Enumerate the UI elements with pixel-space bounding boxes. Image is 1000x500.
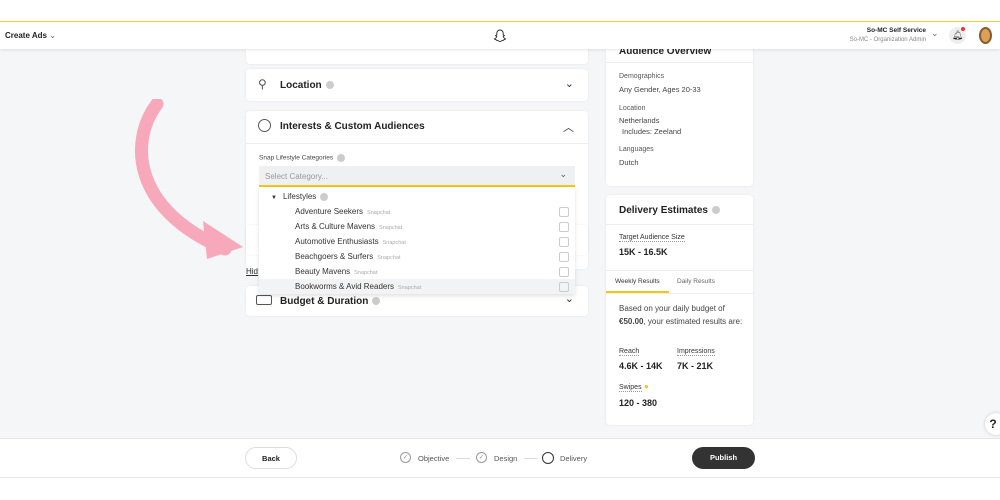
list-item[interactable]: Beauty Mavens Snapchat [259, 264, 575, 279]
category-dropdown: ▼ Lifestyles Adventure Seekers Snapchat Ar… [259, 187, 575, 294]
check-circle-icon: ✓ [400, 452, 411, 463]
location-label: Location [619, 105, 646, 112]
budget-title: Budget & Duration [280, 296, 381, 307]
location-section[interactable]: ⚲ Location ⌄ [246, 69, 588, 101]
languages-value: Dutch [619, 158, 639, 167]
list-item[interactable]: Beachgoers & Surfers Snapchat [259, 249, 575, 264]
tab-weekly-results[interactable]: Weekly Results [615, 278, 660, 285]
hide-link[interactable]: Hid [246, 267, 258, 276]
annotation-arrow [135, 99, 243, 259]
delivery-title: Delivery Estimates [619, 205, 720, 216]
list-item[interactable]: Automotive Enthusiasts Snapchat [259, 234, 575, 249]
location-pin-icon: ⚲ [258, 77, 267, 91]
reach-label: Reach [619, 348, 640, 356]
swipes-value: 120 - 380 [619, 398, 658, 408]
target-audience-value: 15K - 16.5K [619, 247, 668, 257]
list-item[interactable]: Arts & Culture Mavens Snapchat [259, 219, 575, 234]
swipes-label: Swipes [619, 384, 642, 392]
help-icon[interactable]: ? [985, 413, 1000, 435]
target-audience-label: Target Audience Size [619, 234, 685, 242]
category-select[interactable]: Select Category... ⌄ [259, 166, 575, 187]
location-includes: Includes: Zeeland [622, 127, 682, 136]
info-icon[interactable] [711, 206, 720, 215]
interests-title[interactable]: Interests & Custom Audiences [280, 121, 425, 132]
chevron-down-icon: ⌄ [49, 31, 56, 40]
info-icon[interactable] [325, 81, 334, 90]
top-header: Create Ads ⌄ So-MC Self Service So-MC - … [0, 22, 1000, 49]
checkbox[interactable] [559, 252, 569, 262]
info-icon[interactable] [320, 192, 329, 201]
checkbox[interactable] [559, 282, 569, 292]
empty-circle-icon [542, 452, 554, 464]
estimate-text: Based on your daily budget of €50.00, yo… [619, 304, 743, 326]
checkbox[interactable] [559, 267, 569, 277]
chevron-up-icon[interactable]: ︿ [563, 119, 574, 135]
user-circle-icon [258, 119, 271, 132]
delivery-estimates-card: Delivery Estimates Target Audience Size … [606, 195, 753, 425]
step-connector [524, 458, 538, 459]
org-role: So-MC - Organization Admin [849, 37, 926, 43]
main-content: ⚲ Location ⌄ Interests & Custom Audience… [0, 44, 1000, 438]
info-icon[interactable] [372, 297, 381, 306]
step-design[interactable]: Design [494, 454, 517, 463]
impressions-label: Impressions [677, 348, 715, 356]
money-icon [256, 295, 272, 305]
check-circle-icon: ✓ [476, 452, 487, 463]
list-item[interactable]: Adventure Seekers Snapchat [259, 204, 575, 219]
lifestyles-group[interactable]: ▼ Lifestyles [271, 192, 329, 201]
reach-value: 4.6K - 14K [619, 361, 663, 371]
back-button[interactable]: Back [245, 447, 297, 469]
caret-down-icon: ▼ [271, 195, 277, 201]
location-title: Location [280, 80, 334, 91]
create-ads-menu[interactable]: Create Ads ⌄ [5, 31, 56, 40]
snapchat-ghost-icon[interactable] [493, 29, 507, 43]
tab-daily-results[interactable]: Daily Results [677, 278, 715, 285]
step-connector [456, 458, 470, 459]
footer-bar: Back ✓ Objective ✓ Design Delivery Publi… [0, 438, 1000, 478]
audience-overview-card: Audience Overview Demographics Any Gende… [606, 44, 753, 186]
chevron-down-icon: ⌄ [559, 169, 567, 179]
org-name[interactable]: So-MC Self Service [867, 27, 926, 34]
publish-button[interactable]: Publish [692, 447, 755, 469]
checkbox[interactable] [559, 222, 569, 232]
languages-label: Languages [619, 146, 654, 153]
step-objective[interactable]: Objective [418, 454, 449, 463]
location-value: Netherlands [619, 116, 660, 125]
lightbulb-icon[interactable]: ● [644, 382, 649, 391]
demographics-label: Demographics [619, 73, 665, 80]
chevron-down-icon[interactable]: ⌄ [565, 77, 574, 90]
category-select-placeholder: Select Category... [265, 172, 328, 181]
lifestyle-label: Snap Lifestyle Categories [259, 154, 346, 162]
user-avatar[interactable] [979, 27, 992, 44]
notification-bell-icon[interactable]: 🔔︎ [949, 27, 966, 44]
checkbox[interactable] [559, 237, 569, 247]
checkbox[interactable] [559, 207, 569, 217]
step-delivery[interactable]: Delivery [560, 454, 587, 463]
notification-dot [961, 27, 965, 31]
chevron-down-icon[interactable]: ⌄ [931, 28, 939, 39]
demographics-value: Any Gender, Ages 20-33 [619, 85, 701, 94]
create-ads-label: Create Ads [5, 31, 47, 40]
info-icon[interactable] [337, 154, 346, 162]
list-item[interactable]: Bookworms & Avid Readers Snapchat [259, 279, 575, 294]
impressions-value: 7K - 21K [677, 361, 714, 371]
